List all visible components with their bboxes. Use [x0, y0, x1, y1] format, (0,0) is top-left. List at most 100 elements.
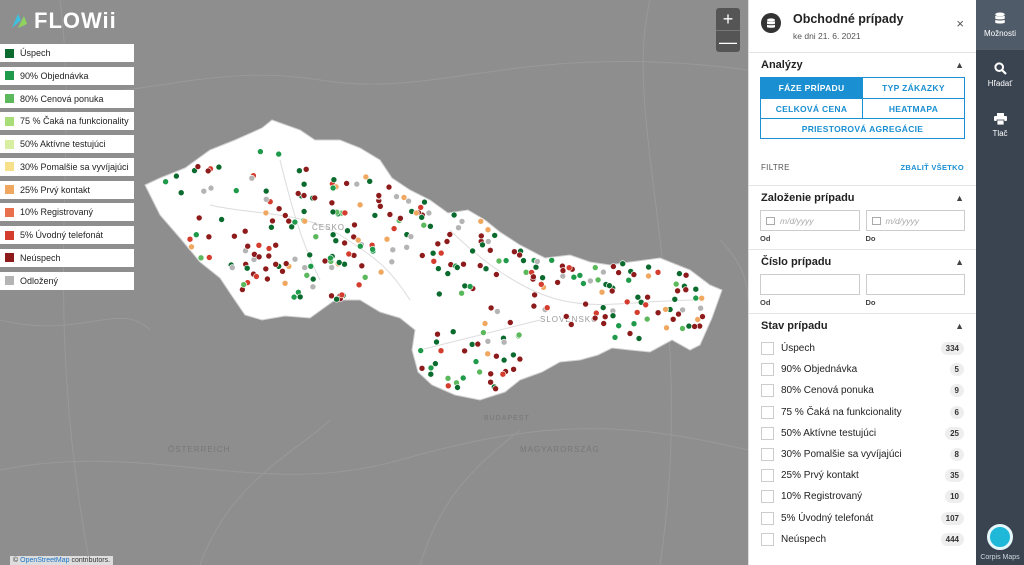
case-marker[interactable]	[466, 283, 474, 290]
case-marker[interactable]	[177, 189, 185, 196]
case-marker[interactable]	[459, 374, 467, 382]
case-marker[interactable]	[554, 279, 561, 286]
case-marker[interactable]	[300, 180, 308, 188]
case-marker[interactable]	[615, 322, 623, 330]
case-marker[interactable]	[376, 203, 384, 210]
case-marker[interactable]	[262, 265, 270, 273]
case-marker[interactable]	[375, 192, 383, 199]
case-marker[interactable]	[321, 257, 329, 265]
case-marker[interactable]	[619, 260, 627, 268]
case-marker[interactable]	[698, 294, 706, 302]
case-marker[interactable]	[530, 273, 537, 281]
case-marker[interactable]	[309, 283, 317, 291]
case-marker[interactable]	[626, 330, 634, 337]
stav-header[interactable]: Stav prípadu ▲	[749, 314, 976, 338]
case-marker[interactable]	[675, 310, 682, 318]
status-row[interactable]: 75 % Čaká na funkcionality 6	[761, 402, 964, 423]
status-checkbox[interactable]	[761, 426, 774, 440]
case-marker[interactable]	[302, 166, 310, 173]
case-marker[interactable]	[427, 223, 434, 230]
case-marker[interactable]	[454, 384, 461, 391]
case-marker[interactable]	[233, 187, 240, 194]
collapse-all-link[interactable]: ZBALIŤ VŠETKO	[901, 163, 964, 172]
options-button[interactable]: Možnosti	[976, 0, 1024, 50]
case-marker[interactable]	[493, 352, 500, 360]
case-marker[interactable]	[255, 242, 263, 249]
case-marker[interactable]	[291, 218, 299, 226]
case-marker[interactable]	[559, 267, 567, 274]
case-marker[interactable]	[356, 201, 364, 209]
case-marker[interactable]	[343, 180, 350, 187]
case-marker[interactable]	[477, 218, 485, 225]
case-marker[interactable]	[630, 320, 638, 328]
case-marker[interactable]	[369, 246, 376, 253]
case-marker[interactable]	[303, 271, 311, 279]
case-marker[interactable]	[269, 217, 276, 225]
tab-celkova-cena[interactable]: CELKOVÁ CENA	[761, 99, 862, 118]
case-marker[interactable]	[461, 347, 468, 355]
case-marker[interactable]	[433, 338, 440, 346]
case-marker[interactable]	[600, 320, 608, 327]
case-marker[interactable]	[494, 308, 501, 315]
case-marker[interactable]	[281, 279, 289, 287]
case-marker[interactable]	[332, 237, 340, 244]
case-marker[interactable]	[244, 242, 251, 250]
number-to-input[interactable]	[865, 274, 965, 295]
chevron-up-icon[interactable]: ▲	[955, 60, 964, 70]
case-marker[interactable]	[516, 355, 524, 363]
case-marker[interactable]	[262, 187, 270, 195]
case-marker[interactable]	[674, 287, 681, 295]
case-marker[interactable]	[279, 267, 286, 275]
case-marker[interactable]	[307, 262, 315, 270]
print-button[interactable]: Tlač	[976, 100, 1024, 150]
case-marker[interactable]	[644, 293, 651, 301]
case-marker[interactable]	[329, 231, 337, 238]
case-marker[interactable]	[487, 370, 495, 378]
case-marker[interactable]	[389, 246, 397, 254]
case-marker[interactable]	[482, 265, 490, 273]
case-marker[interactable]	[449, 328, 457, 336]
case-marker[interactable]	[697, 304, 704, 312]
case-marker[interactable]	[272, 260, 280, 268]
case-marker[interactable]	[354, 236, 362, 244]
status-checkbox[interactable]	[761, 363, 774, 377]
case-marker[interactable]	[193, 231, 200, 238]
case-marker[interactable]	[275, 150, 283, 158]
case-marker[interactable]	[643, 315, 651, 323]
zoom-in-button[interactable]: +	[716, 8, 740, 30]
case-marker[interactable]	[576, 272, 584, 279]
case-marker[interactable]	[600, 268, 607, 276]
search-button[interactable]: Hľadať	[976, 50, 1024, 100]
case-marker[interactable]	[206, 254, 213, 261]
case-marker[interactable]	[671, 295, 679, 303]
tab-typ-zakazky[interactable]: TYP ZÁKAZKY	[862, 78, 964, 98]
case-marker[interactable]	[676, 270, 683, 277]
case-marker[interactable]	[663, 324, 670, 332]
status-row[interactable]: 25% Prvý kontakt 35	[761, 465, 964, 486]
case-marker[interactable]	[300, 192, 308, 199]
status-row[interactable]: Úspech 334	[761, 338, 964, 359]
tab-faze-pripadu[interactable]: FÁZE PRÍPADU	[761, 78, 862, 98]
case-marker[interactable]	[262, 196, 270, 203]
case-marker[interactable]	[472, 358, 480, 365]
status-checkbox[interactable]	[761, 469, 774, 483]
case-marker[interactable]	[460, 260, 467, 268]
case-marker[interactable]	[443, 238, 451, 245]
case-marker[interactable]	[500, 338, 508, 346]
case-marker[interactable]	[309, 275, 317, 283]
case-marker[interactable]	[397, 215, 404, 222]
case-marker[interactable]	[625, 276, 633, 284]
case-marker[interactable]	[361, 273, 369, 281]
case-marker[interactable]	[654, 268, 662, 276]
case-marker[interactable]	[383, 235, 391, 243]
status-checkbox[interactable]	[761, 448, 774, 462]
case-marker[interactable]	[418, 252, 426, 259]
zalozenie-header[interactable]: Založenie prípadu ▲	[749, 186, 976, 210]
case-marker[interactable]	[492, 385, 499, 393]
case-marker[interactable]	[468, 341, 476, 348]
case-marker[interactable]	[608, 287, 616, 295]
case-marker[interactable]	[582, 300, 589, 308]
case-marker[interactable]	[487, 304, 495, 312]
case-marker[interactable]	[265, 245, 273, 252]
case-marker[interactable]	[532, 263, 540, 271]
